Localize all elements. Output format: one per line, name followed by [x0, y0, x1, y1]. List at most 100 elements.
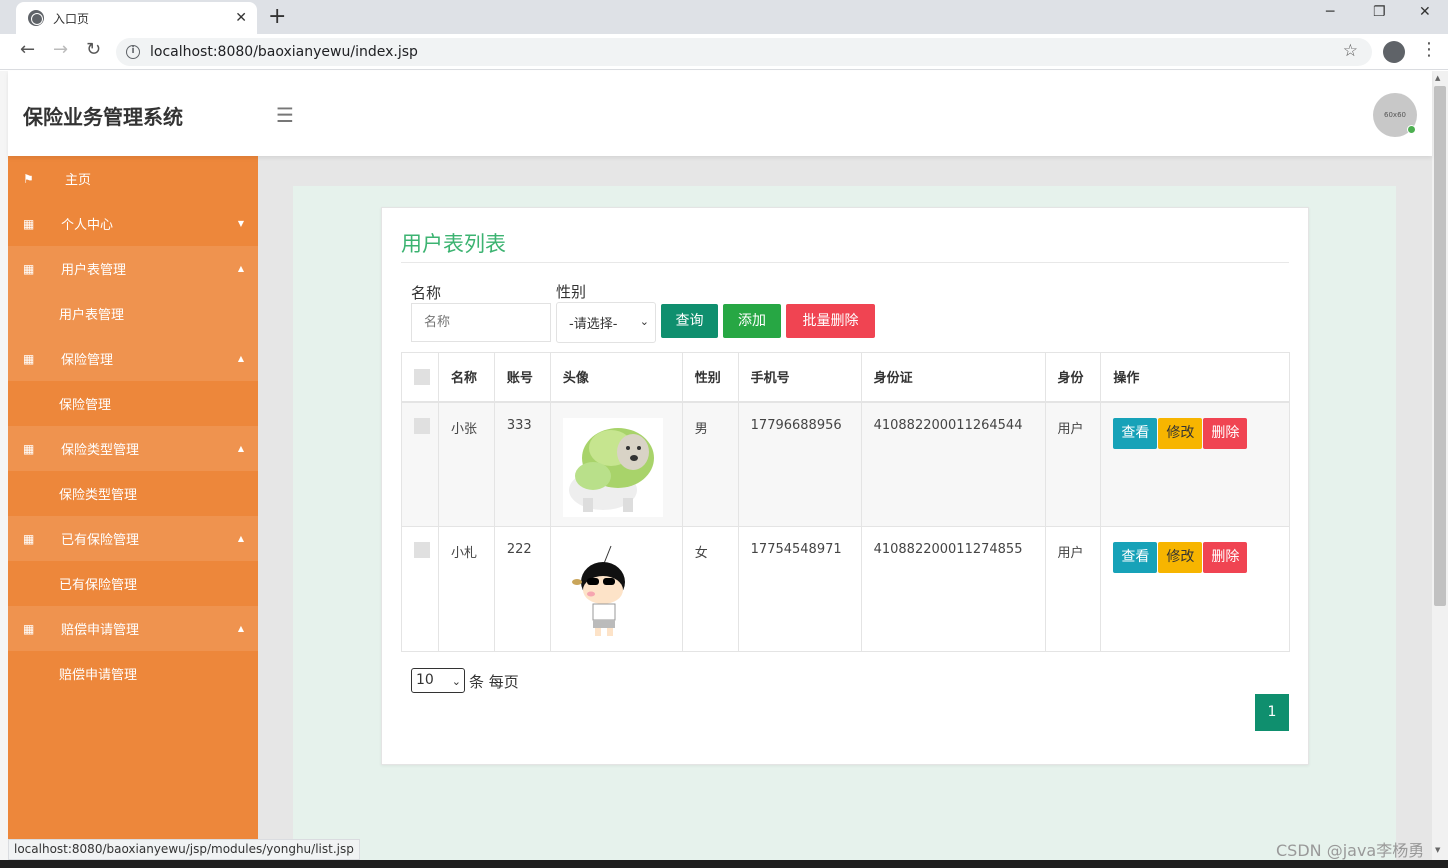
- sidebar-item-label: 保险类型管理: [61, 443, 140, 458]
- sidebar-item-claims[interactable]: ▦ 赔偿申请管理 ▲: [8, 606, 258, 651]
- query-button[interactable]: 查询: [661, 304, 718, 338]
- caret-up-icon: ▲: [237, 264, 244, 273]
- row-checkbox[interactable]: [414, 417, 430, 434]
- select-all-checkbox[interactable]: [414, 368, 430, 385]
- per-page-label: 条 每页: [469, 673, 519, 691]
- back-arrow-icon[interactable]: ←: [20, 39, 35, 60]
- table-row: 小张 333 男 17796688956 410882200011264544 …: [401, 401, 1290, 527]
- hamburger-menu-icon[interactable]: ☰: [276, 103, 294, 127]
- sidebar-item-existing-insurance[interactable]: ▦ 已有保险管理 ▲: [8, 516, 258, 561]
- caret-up-icon: ▲: [237, 444, 244, 453]
- browser-menu-icon[interactable]: ⋮: [1420, 39, 1438, 60]
- scroll-up-icon[interactable]: ▲: [1435, 74, 1440, 82]
- add-button[interactable]: 添加: [723, 304, 781, 338]
- name-filter-label: 名称: [411, 284, 442, 302]
- sidebar-item-label: 赔偿申请管理: [59, 668, 138, 683]
- view-button[interactable]: 查看: [1113, 417, 1158, 449]
- caret-up-icon: ▲: [237, 624, 244, 633]
- column-header: 账号: [493, 352, 551, 403]
- bulk-delete-button[interactable]: 批量删除: [786, 304, 875, 338]
- scrollbar-thumb[interactable]: [1434, 86, 1446, 606]
- maximize-button[interactable]: ❐: [1373, 4, 1386, 20]
- minimize-button[interactable]: ─: [1326, 4, 1334, 20]
- grid-icon: ▦: [23, 621, 35, 636]
- gender-select-value: -请选择-: [569, 317, 618, 332]
- cell-actions: 查看 修改 删除: [1100, 401, 1290, 527]
- chevron-down-icon: ⌄: [451, 675, 461, 688]
- page-title: 用户表列表: [401, 232, 506, 256]
- tab-title: 入口页: [53, 11, 90, 26]
- avatar-image-dog: [562, 417, 663, 517]
- sidebar-item-label: 用户表管理: [61, 263, 127, 278]
- edit-button[interactable]: 修改: [1158, 417, 1203, 449]
- os-taskbar: [0, 860, 1448, 868]
- select-all-cell: [401, 352, 439, 403]
- cell-gender: 男: [681, 401, 739, 527]
- gender-select[interactable]: -请选择- ⌄: [556, 302, 656, 343]
- sidebar-item-label: 已有保险管理: [61, 533, 140, 548]
- globe-icon: [28, 10, 44, 26]
- column-header: 手机号: [737, 352, 862, 403]
- user-table: 名称 账号 头像 性别 手机号 身份证 身份 操作 小张 333 男 17796…: [401, 352, 1290, 652]
- sidebar-subitem-insurance-type[interactable]: 保险类型管理: [8, 471, 258, 516]
- sidebar-subitem-user-management[interactable]: 用户表管理: [8, 291, 258, 336]
- row-checkbox[interactable]: [414, 542, 430, 558]
- delete-button[interactable]: 删除: [1203, 542, 1248, 573]
- delete-button[interactable]: 删除: [1203, 417, 1248, 449]
- row-select-cell: [401, 401, 439, 527]
- sidebar-subitem-existing-insurance[interactable]: 已有保险管理: [8, 561, 258, 606]
- sidebar-subitem-claims[interactable]: 赔偿申请管理: [8, 651, 258, 696]
- profile-avatar-icon[interactable]: [1383, 41, 1405, 63]
- forward-arrow-icon[interactable]: →: [53, 39, 68, 60]
- bookmark-star-icon[interactable]: ☆: [1343, 41, 1358, 61]
- scroll-down-icon[interactable]: ▼: [1435, 846, 1440, 854]
- page-size-select[interactable]: 10 ⌄: [411, 668, 465, 693]
- sidebar-item-insurance[interactable]: ▦ 保险管理 ▲: [8, 336, 258, 381]
- edit-button[interactable]: 修改: [1158, 542, 1203, 573]
- omnibox[interactable]: i localhost:8080/baoxianyewu/index.jsp ☆: [116, 38, 1372, 66]
- cell-name: 小张: [437, 401, 495, 527]
- cell-avatar: [549, 526, 683, 652]
- sidebar-item-label: 赔偿申请管理: [61, 623, 140, 638]
- watermark: CSDN @java李杨勇: [1276, 841, 1425, 860]
- sidebar-subitem-insurance[interactable]: 保险管理: [8, 381, 258, 426]
- sidebar-item-label: 保险管理: [59, 398, 112, 413]
- sidebar-item-insurance-type[interactable]: ▦ 保险类型管理 ▲: [8, 426, 258, 471]
- view-button[interactable]: 查看: [1113, 542, 1158, 573]
- column-header: 操作: [1100, 352, 1290, 403]
- sidebar-item-personal-center[interactable]: ▦ 个人中心 ▼: [8, 201, 258, 246]
- app-header: 保险业务管理系统 ☰ 60x60: [8, 71, 1432, 156]
- caret-up-icon: ▲: [237, 534, 244, 543]
- sidebar-item-label: 用户表管理: [59, 308, 125, 323]
- grid-icon: ▦: [23, 216, 35, 231]
- online-status-dot: [1407, 125, 1416, 134]
- reload-icon[interactable]: ↻: [86, 39, 101, 60]
- content-panel: 用户表列表 名称 性别 -请选择- ⌄ 查询 添加 批量删除 名: [293, 186, 1396, 868]
- sidebar-item-user-management[interactable]: ▦ 用户表管理 ▲: [8, 246, 258, 291]
- cell-actions: 查看 修改 删除: [1100, 526, 1290, 652]
- cell-id-card: 410882200011274855: [860, 526, 1046, 652]
- sidebar: ⚑ 主页 ▦ 个人中心 ▼ ▦ 用户表管理 ▲ 用户表管理 ▦ 保险管理 ▲ 保…: [8, 156, 258, 868]
- flag-icon: ⚑: [23, 171, 34, 186]
- cell-role: 用户: [1044, 401, 1102, 527]
- new-tab-button[interactable]: +: [268, 4, 286, 29]
- grid-icon: ▦: [23, 531, 35, 546]
- tab-close-icon[interactable]: ✕: [235, 10, 247, 26]
- cell-id-card: 410882200011264544: [860, 401, 1046, 527]
- page-button-current[interactable]: 1: [1255, 694, 1289, 731]
- sidebar-item-label: 主页: [65, 173, 92, 188]
- sidebar-item-home[interactable]: ⚑ 主页: [8, 156, 258, 201]
- column-header: 身份证: [860, 352, 1046, 403]
- name-search-input[interactable]: [411, 303, 551, 342]
- browser-tab[interactable]: 入口页 ✕: [16, 2, 257, 34]
- grid-icon: ▦: [23, 351, 35, 366]
- url-text[interactable]: localhost:8080/baoxianyewu/index.jsp: [150, 44, 418, 60]
- address-toolbar: ← → ↻ i localhost:8080/baoxianyewu/index…: [0, 34, 1448, 70]
- window-close-button[interactable]: ✕: [1419, 4, 1431, 20]
- status-bar-url: localhost:8080/baoxianyewu/jsp/modules/y…: [8, 839, 360, 860]
- site-info-icon[interactable]: i: [126, 45, 140, 59]
- gender-filter-label: 性别: [556, 283, 587, 301]
- page-size-value: 10: [416, 672, 434, 688]
- sidebar-item-label: 已有保险管理: [59, 578, 138, 593]
- title-divider: [401, 262, 1289, 263]
